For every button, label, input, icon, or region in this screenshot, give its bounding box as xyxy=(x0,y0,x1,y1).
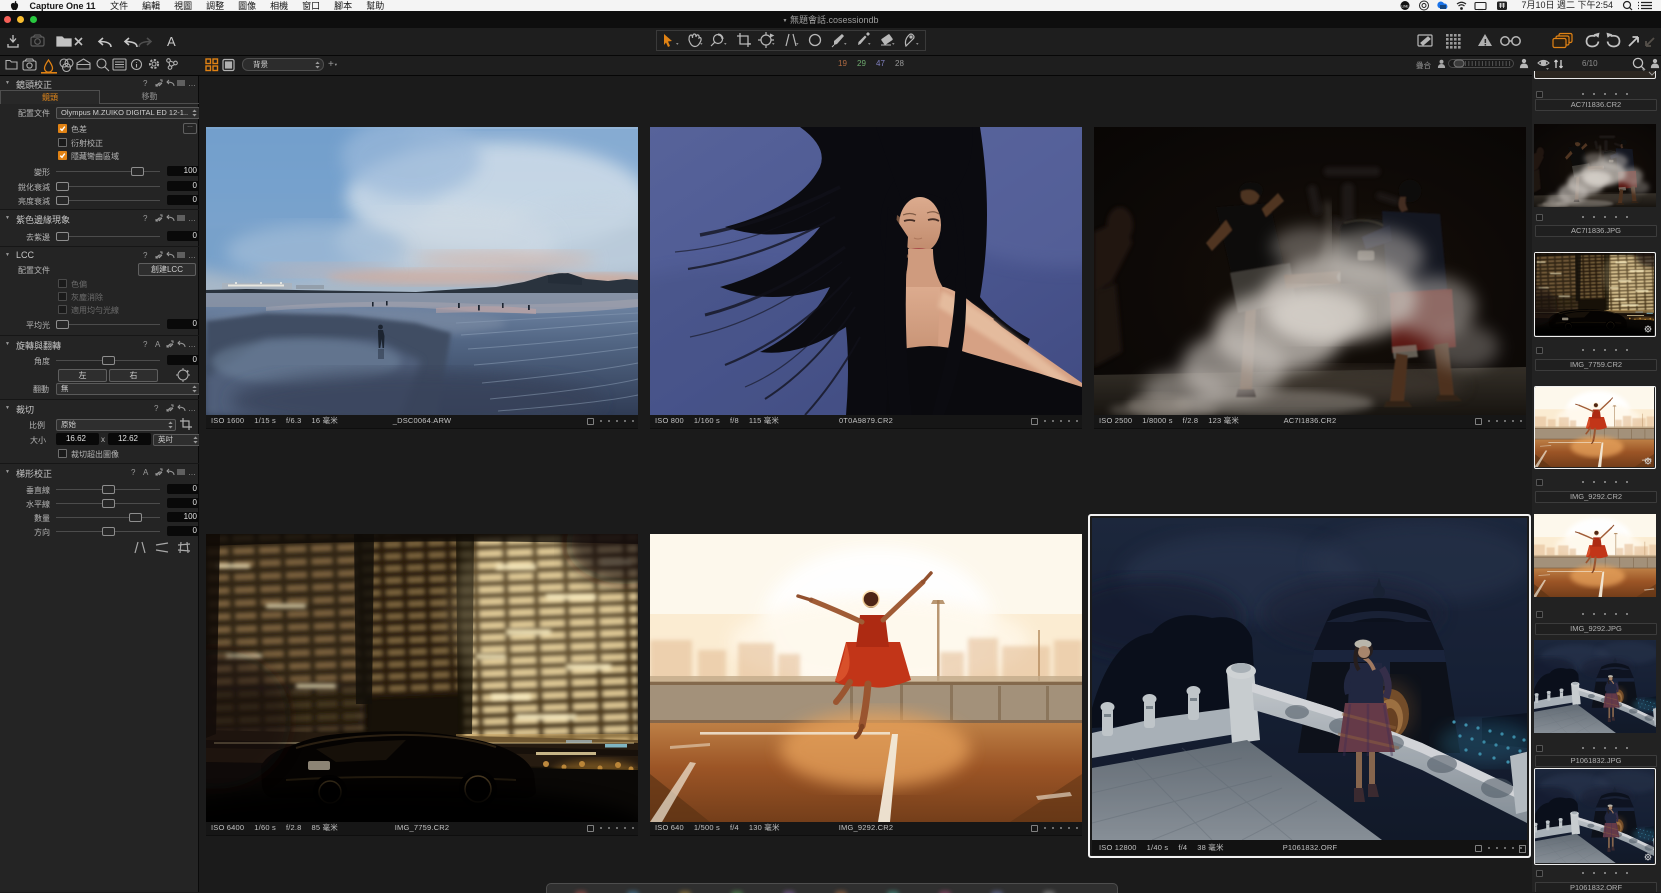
svg-text:LINE: LINE xyxy=(1402,5,1409,9)
